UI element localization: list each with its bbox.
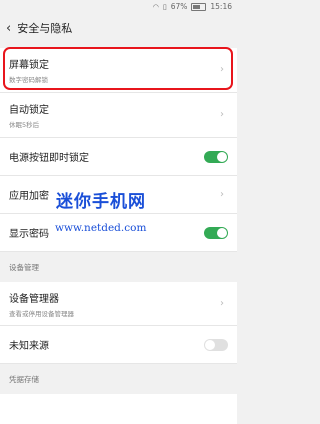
device-manager-subtitle: 查看或停用设备管理器 — [9, 309, 74, 318]
device-manager-row[interactable]: 设备管理器 查看或停用设备管理器 › — [0, 282, 237, 326]
power-lock-toggle[interactable] — [204, 150, 228, 163]
auto-lock-title: 自动锁定 — [9, 105, 49, 116]
header: ‹ 安全与隐私 — [0, 14, 237, 42]
settings-card-device: 设备管理器 查看或停用设备管理器 › 未知来源 — [0, 282, 237, 364]
status-bar: ◠ ▯ 67% 15:16 — [0, 0, 237, 14]
page-title: 安全与隐私 — [17, 22, 73, 35]
highlight-box — [3, 47, 233, 90]
chevron-right-icon: › — [220, 297, 224, 309]
battery-icon — [191, 2, 207, 11]
section-header: 设备管理 — [9, 262, 39, 272]
power-lock-row[interactable]: 电源按钮即时锁定 — [0, 138, 237, 176]
signal-icon: ▯ — [162, 2, 167, 11]
auto-lock-subtitle: 休眠5秒后 — [9, 121, 40, 129]
settings-card-credentials — [0, 394, 237, 424]
power-lock-title: 电源按钮即时锁定 — [9, 153, 89, 164]
show-password-toggle[interactable] — [204, 226, 228, 239]
unknown-sources-row[interactable]: 未知来源 — [0, 326, 237, 364]
auto-lock-row[interactable]: 自动锁定 休眠5秒后 › — [0, 93, 237, 138]
unknown-sources-toggle[interactable] — [204, 338, 228, 351]
watermark-text: 迷你手机网 — [56, 192, 146, 212]
clock: 15:16 — [210, 2, 232, 11]
arrow-left-icon[interactable]: ‹ — [6, 21, 11, 36]
wifi-icon: ◠ — [152, 2, 159, 11]
watermark-url: www.netded.com — [55, 222, 147, 234]
battery-percent: 67% — [170, 2, 188, 11]
chevron-right-icon: › — [220, 188, 224, 200]
device-manager-title: 设备管理器 — [9, 293, 59, 305]
section-header: 凭据存储 — [9, 374, 39, 384]
chevron-right-icon: › — [220, 109, 224, 120]
unknown-sources-title: 未知来源 — [9, 341, 49, 352]
